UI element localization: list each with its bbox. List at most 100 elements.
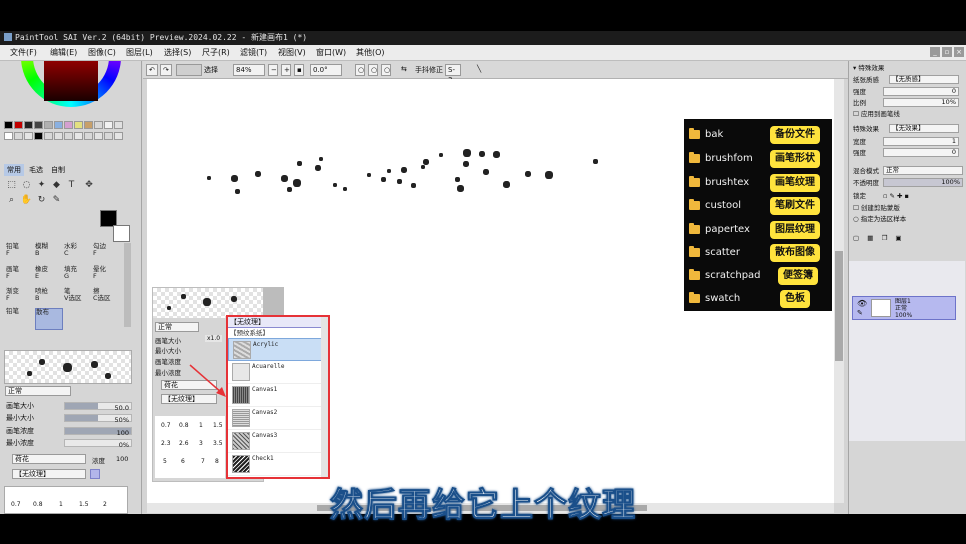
swatch-black[interactable] [4,121,13,129]
brush-pencil-2[interactable]: 铅笔 [6,308,34,330]
menu-select[interactable]: 选择(S) [164,47,191,58]
menu-filter[interactable]: 滤镜(T) [240,47,267,58]
color-wheel[interactable] [16,61,122,113]
swatch-blue[interactable] [54,121,63,129]
menu-other[interactable]: 其他(O) [356,47,385,58]
scroll-thumb[interactable] [835,251,843,361]
brush-erase-sel[interactable]: 擦 C选区 [93,288,121,310]
size-preset[interactable]: 7 [201,458,205,465]
swatch-red[interactable] [14,121,23,129]
brush-watercolor[interactable]: 水彩 C [64,243,92,265]
zoom-mult[interactable]: x1.0 [205,335,223,342]
restore-button[interactable]: ▫ [942,47,952,57]
effects-section-header[interactable]: ▾ 特殊效果 [853,63,965,73]
brush-fill[interactable]: 填充 G [64,266,92,288]
menu-edit[interactable]: 编辑(E) [50,47,77,58]
swatch-empty[interactable] [44,132,53,140]
brush-pencil[interactable]: 铅笔 F [6,243,34,265]
magic-wand-icon[interactable]: ✦ [35,179,48,192]
swatch-empty[interactable] [54,132,63,140]
swatch-empty[interactable] [114,121,123,129]
canvas-vertical-scrollbar[interactable] [834,79,844,503]
brush-scatter[interactable]: 散布 [35,308,63,330]
lasso-icon[interactable]: ◌ [20,179,33,192]
selection-source-row[interactable]: ○ 指定为选区样本 [853,214,965,224]
prop-slider[interactable]: 100 [64,427,132,437]
prop-min-density[interactable]: 最小浓度 0% [4,438,132,449]
prop-brush-size[interactable]: 画笔大小 50.0 [4,401,132,412]
menu-view[interactable]: 视图(V) [278,47,306,58]
swatch-empty[interactable] [114,132,123,140]
menu-ruler[interactable]: 尺子(R) [202,47,230,58]
width-slider[interactable]: 1 [883,137,959,146]
size-preset[interactable]: 2.6 [179,440,189,447]
zoom-out-icon[interactable]: − [268,64,278,76]
layer-blend-select[interactable]: 正常 [883,166,963,175]
ratio-slider[interactable]: 10% [883,98,959,107]
zoom-field[interactable]: 84% [233,64,265,76]
swatch-black[interactable] [34,132,43,140]
line-tool-icon[interactable]: ╲ [477,65,481,73]
texture-option[interactable]: Canvas2 [228,407,328,430]
size-preset[interactable]: 1.5 [213,422,223,429]
redo-icon[interactable]: ↷ [160,64,172,76]
close-button[interactable]: × [954,47,964,57]
menu-file[interactable]: 文件(F) [10,47,37,58]
new-layer-icon[interactable]: ▢ [853,234,859,242]
texture-option[interactable]: Acrylic [228,338,328,361]
brush-smudge[interactable]: 晕化 F [93,266,121,288]
paper-select[interactable]: 【无质感】 [889,75,959,84]
texture-option[interactable]: Acuarelle [228,361,328,384]
swatch-lightgray[interactable] [44,121,53,129]
prop-min-size[interactable]: 最小大小 50% [4,413,132,424]
text-icon[interactable]: T [65,179,78,192]
swatch-empty[interactable] [74,132,83,140]
size-preset[interactable]: 8 [215,458,219,465]
prop-slider[interactable]: 0% [64,439,132,449]
prop-slider[interactable]: 50.0 [64,402,132,412]
size-preset[interactable]: 3 [199,440,203,447]
strength-slider[interactable]: 0 [883,87,959,96]
size-preset[interactable]: 1 [199,422,203,429]
rotate-reset-icon[interactable]: ○ [368,64,378,76]
swatch-white[interactable] [104,121,113,129]
size-preset[interactable]: 5 [163,458,167,465]
opacity-slider[interactable]: 100% [883,178,963,187]
swatch-yellow[interactable] [74,121,83,129]
eye-icon[interactable]: 👁 [857,299,867,308]
brush-airbrush[interactable]: 喷枪 B [35,288,63,310]
stabilizer-field[interactable]: S-3 [445,64,461,84]
swatch-gray[interactable] [34,121,43,129]
texture-option[interactable]: Canvas1 [228,384,328,407]
layer-row[interactable]: 👁 ✎ 图层1 正常 100% [852,296,956,320]
texture-dropdown-header[interactable]: 【无纹理】 [228,317,328,328]
rotate-right-icon[interactable]: ○ [381,64,391,76]
blend-mode-select[interactable]: 正常 [5,386,71,396]
blank-button[interactable] [176,64,202,76]
brush-pen[interactable]: 笔 V选区 [64,288,92,310]
brush-eraser[interactable]: 橡皮 E [35,266,63,288]
size-preset[interactable]: 0.8 [179,422,189,429]
saturation-value-square[interactable] [44,61,98,101]
brush-shape-select[interactable]: 荷花 [12,454,86,464]
bucket-icon[interactable]: ◆ [50,179,63,192]
texture-option[interactable]: Canvas3 [228,430,328,453]
prop-slider[interactable]: 50% [64,414,132,424]
undo-icon[interactable]: ↶ [146,64,158,76]
brush-outline[interactable]: 勾边 F [93,243,121,265]
swatch-pink[interactable] [64,121,73,129]
tab-common[interactable]: 常用 [4,164,24,176]
size-preset[interactable]: 6 [181,458,185,465]
swatch-white[interactable] [4,132,13,140]
tab-hair[interactable]: 毛选 [26,164,46,176]
swatch-empty[interactable] [24,132,33,140]
eyedropper-icon[interactable]: ✎ [50,194,63,207]
menu-layer[interactable]: 图层(L) [126,47,153,58]
texture-option[interactable]: Check1 [228,453,328,476]
lock-icons[interactable]: ▫ ✎ ✚ ▪ [883,191,909,201]
sub-color[interactable] [113,225,130,242]
swatch-empty[interactable] [94,132,103,140]
swatch-darkgray[interactable] [24,121,33,129]
swatch-tan[interactable] [84,121,93,129]
menu-window[interactable]: 窗口(W) [316,47,346,58]
